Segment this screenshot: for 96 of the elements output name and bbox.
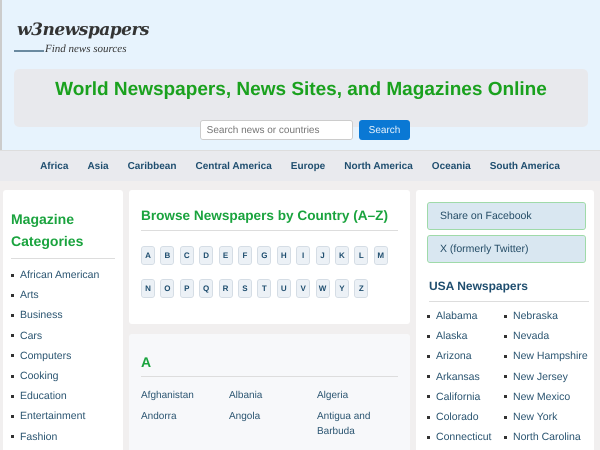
letter-button[interactable]: B: [160, 246, 174, 265]
category-link[interactable]: Cooking: [20, 370, 59, 382]
state-link[interactable]: Alaska: [436, 330, 468, 342]
search-field[interactable]: Search news or countries: [200, 120, 353, 140]
bullet-icon: [11, 274, 14, 277]
bullet-icon: [504, 314, 507, 318]
nav-link[interactable]: Asia: [87, 160, 109, 172]
letter-button[interactable]: P: [180, 279, 194, 298]
nav-link[interactable]: North America: [344, 160, 413, 172]
sidebar-heading: USA Newspapers: [429, 279, 589, 302]
country-link[interactable]: Angola: [229, 409, 317, 439]
state-link[interactable]: Alabama: [436, 310, 478, 322]
category-link[interactable]: Computers: [20, 350, 72, 362]
letter-button[interactable]: W: [316, 279, 330, 298]
bullet-icon: [427, 314, 430, 318]
state-link[interactable]: North Carolina: [513, 431, 581, 444]
category-link[interactable]: Cars: [20, 330, 42, 342]
state-link[interactable]: New Mexico: [513, 390, 570, 403]
bullet-icon: [504, 416, 507, 419]
letter-button[interactable]: J: [316, 246, 330, 265]
category-link[interactable]: Education: [20, 390, 67, 402]
bullet-icon: [504, 395, 507, 398]
letter-button[interactable]: Y: [334, 279, 349, 298]
state-link[interactable]: New Hampshire: [513, 350, 588, 362]
bullet-icon: [427, 395, 430, 398]
category-link[interactable]: Fashion: [20, 430, 58, 443]
nav-link[interactable]: Europe: [290, 160, 326, 172]
letter-heading: A: [141, 354, 398, 377]
state-link[interactable]: New York: [513, 411, 558, 424]
bullet-icon: [11, 314, 14, 317]
state-link[interactable]: Nebraska: [513, 310, 558, 322]
letter-button[interactable]: R: [218, 279, 233, 298]
bullet-icon: [11, 414, 14, 418]
letter-button[interactable]: E: [218, 246, 233, 265]
category-link[interactable]: Entertainment: [20, 410, 86, 422]
country-link[interactable]: Albania: [229, 388, 317, 403]
letter-button[interactable]: Z: [354, 279, 368, 298]
state-link[interactable]: Colorado: [436, 411, 479, 424]
letter-button[interactable]: S: [238, 279, 252, 298]
letter-button[interactable]: L: [354, 246, 368, 265]
logo-tagline: Find news sources: [45, 43, 126, 55]
bullet-icon: [427, 375, 430, 378]
letter-button[interactable]: N: [141, 279, 155, 298]
letter-button[interactable]: I: [296, 246, 310, 265]
sidebar-heading: Magazine Categories: [11, 208, 115, 259]
letter-button[interactable]: C: [180, 246, 194, 265]
bullet-icon: [427, 436, 430, 439]
bullet-icon: [11, 354, 14, 358]
bullet-icon: [11, 394, 14, 398]
letter-button[interactable]: D: [199, 246, 214, 265]
letter-button[interactable]: A: [141, 246, 155, 265]
nav-link[interactable]: Oceania: [432, 160, 471, 172]
letter-button[interactable]: H: [276, 246, 291, 265]
share-button[interactable]: Share on Facebook: [427, 202, 586, 230]
letter-button[interactable]: M: [374, 246, 388, 265]
country-link[interactable]: Algeria: [317, 388, 405, 403]
letter-button[interactable]: O: [160, 279, 174, 298]
share-button[interactable]: X (formerly Twitter): [427, 235, 586, 263]
bullet-icon: [11, 334, 14, 338]
page-title: World Newspapers, News Sites, and Magazines Online: [55, 79, 547, 101]
state-link[interactable]: Arizona: [436, 350, 472, 362]
bullet-icon: [11, 294, 14, 297]
nav-link[interactable]: Central America: [195, 160, 272, 172]
category-link[interactable]: African American: [20, 269, 100, 282]
bullet-icon: [504, 354, 507, 358]
category-link[interactable]: Business: [20, 309, 63, 322]
country-link[interactable]: Andorra: [141, 409, 229, 439]
bullet-icon: [504, 375, 507, 378]
site-logo[interactable]: w3newspapers: [14, 17, 157, 43]
bullet-icon: [504, 334, 507, 338]
section-heading: Browse Newspapers by Country (A–Z): [141, 208, 398, 231]
state-link[interactable]: Connecticut: [436, 431, 492, 444]
bullet-icon: [427, 354, 430, 358]
country-link[interactable]: Afghanistan: [141, 388, 229, 403]
letter-button[interactable]: F: [238, 246, 252, 265]
bullet-icon: [427, 334, 430, 338]
nav-link[interactable]: South America: [490, 160, 560, 172]
nav-link[interactable]: Caribbean: [128, 160, 176, 172]
letter-button[interactable]: V: [296, 279, 310, 298]
state-link[interactable]: Nevada: [513, 330, 550, 342]
nav-link[interactable]: Africa: [40, 160, 68, 172]
letter-button[interactable]: G: [257, 246, 272, 265]
bullet-icon: [11, 435, 14, 438]
bullet-icon: [427, 416, 430, 419]
state-link[interactable]: California: [436, 390, 480, 403]
category-link[interactable]: Arts: [20, 289, 39, 302]
letter-button[interactable]: K: [334, 246, 349, 265]
letter-button[interactable]: T: [257, 279, 272, 298]
bullet-icon: [504, 436, 507, 439]
state-link[interactable]: New Jersey: [513, 370, 568, 383]
letter-button[interactable]: U: [276, 279, 291, 298]
search-button[interactable]: Search: [358, 120, 410, 140]
country-link[interactable]: Antigua and Barbuda: [317, 409, 405, 439]
bullet-icon: [11, 374, 14, 378]
state-link[interactable]: Arkansas: [436, 370, 480, 383]
letter-button[interactable]: Q: [199, 279, 214, 298]
